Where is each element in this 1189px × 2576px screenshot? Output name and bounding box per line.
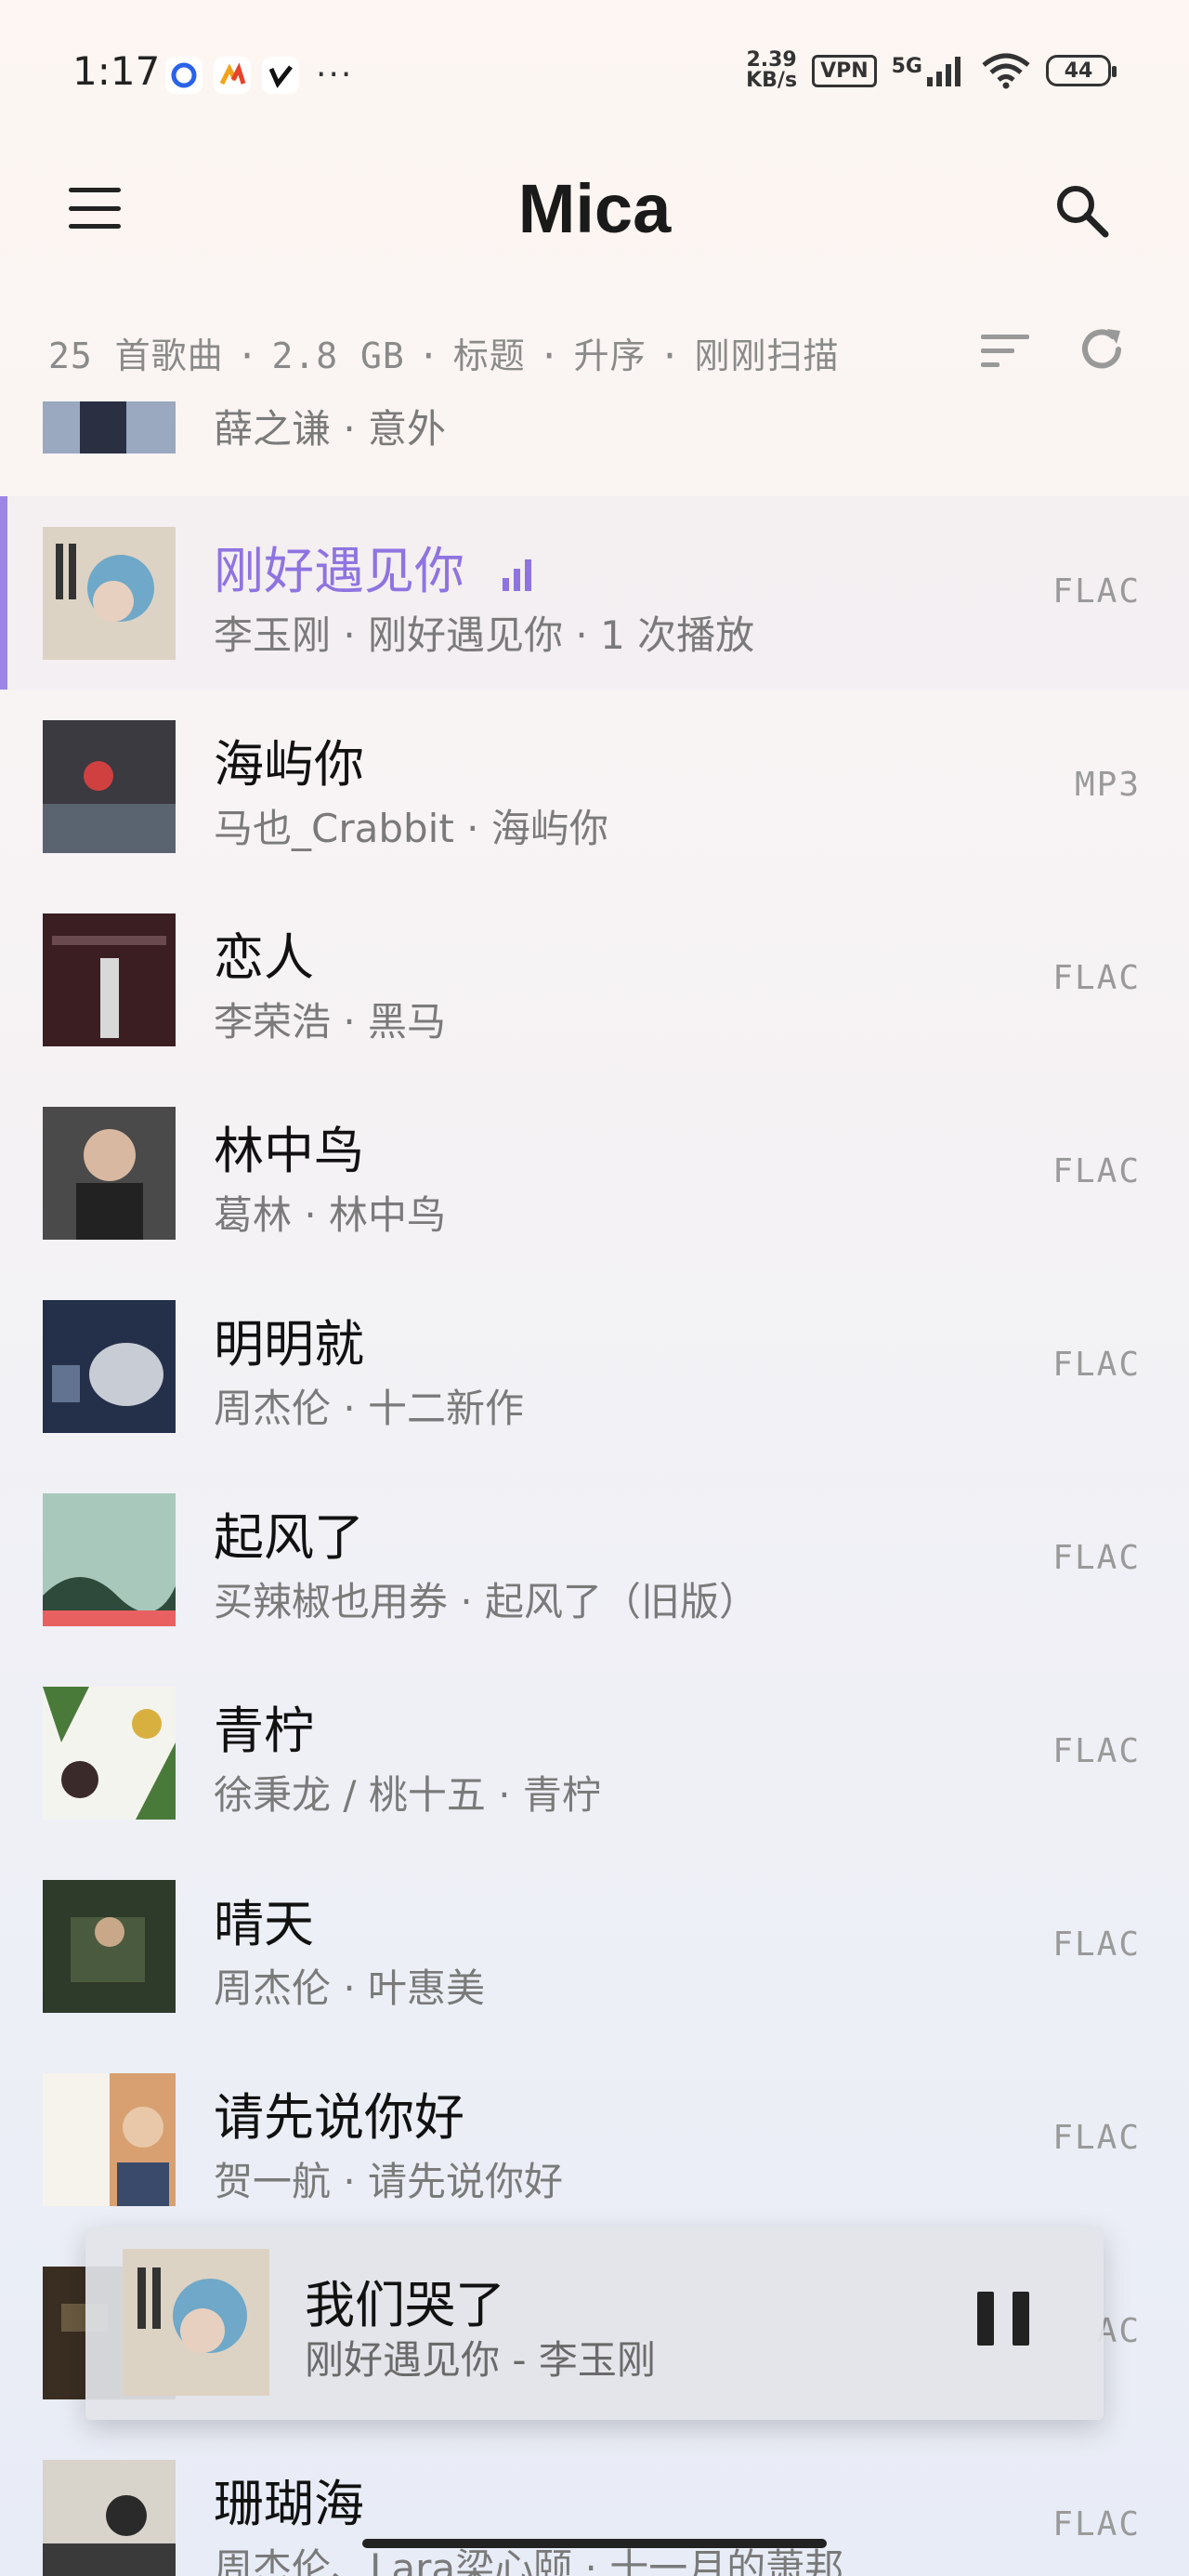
- album-cover: [43, 720, 176, 853]
- song-title: 晴天: [214, 1895, 314, 1953]
- song-title: 海屿你: [214, 735, 364, 794]
- refresh-button[interactable]: [1074, 322, 1130, 377]
- search-button[interactable]: [1050, 178, 1115, 243]
- song-format: FLAC: [1052, 1346, 1141, 1384]
- library-size: 2.8 GB: [271, 335, 405, 376]
- search-icon: [1057, 186, 1109, 238]
- now-playing-cover: [123, 2249, 269, 2396]
- song-title: 请先说你好: [214, 2088, 464, 2147]
- now-playing-subtitle: 刚好遇见你 - 李玉刚: [305, 2337, 656, 2383]
- song-subtitle: 李玉刚 · 刚好遇见你 · 1 次播放: [214, 612, 755, 658]
- song-title: 明明就: [214, 1315, 364, 1373]
- app-bar: Mica: [0, 149, 1189, 269]
- song-title: 起风了: [214, 1508, 364, 1567]
- song-row[interactable]: 林中鸟 葛林 · 林中鸟 FLAC: [0, 1076, 1189, 1269]
- song-subtitle: 周杰伦 · 叶惠美: [214, 1965, 486, 2011]
- separator: ·: [659, 335, 682, 376]
- album-cover: [43, 1493, 176, 1626]
- pause-icon-bar: [1013, 2292, 1029, 2346]
- scan-status: 刚刚扫描: [694, 335, 840, 376]
- album-cover: [43, 1687, 176, 1820]
- song-subtitle: 徐秉龙 / 桃十五 · 青柠: [214, 1772, 601, 1818]
- song-row[interactable]: 起风了 买辣椒也用券 · 起风了（旧版） FLAC: [0, 1463, 1189, 1656]
- song-row[interactable]: 恋人 李荣浩 · 黑马 FLAC: [0, 883, 1189, 1076]
- network-speed: 2.39 KB/s: [746, 50, 797, 91]
- album-cover: [43, 1880, 176, 2013]
- album-cover: [43, 401, 176, 453]
- battery-icon: 44: [1046, 55, 1117, 86]
- sort-order[interactable]: 升序: [574, 335, 647, 376]
- album-cover: [43, 1107, 176, 1240]
- album-cover: [43, 913, 176, 1046]
- song-row[interactable]: 珊瑚海 周杰伦、Lara梁心颐 · 十一月的萧邦 FLAC: [0, 2429, 1189, 2576]
- song-title: 刚好遇见你: [214, 530, 534, 603]
- song-count: 25 首歌曲: [48, 335, 224, 376]
- song-title: 林中鸟: [214, 1122, 364, 1180]
- song-row[interactable]: 请先说你好 贺一航 · 请先说你好 FLAC: [0, 2043, 1189, 2236]
- song-format: FLAC: [1052, 1539, 1141, 1577]
- sort-icon: [981, 335, 1029, 367]
- mini-player[interactable]: 我们哭了 刚好遇见你 - 李玉刚: [85, 2227, 1104, 2420]
- separator: ·: [417, 335, 440, 376]
- equalizer-icon: [503, 559, 532, 592]
- network-speed-unit: KB/s: [746, 69, 798, 92]
- song-subtitle: 贺一航 · 请先说你好: [214, 2159, 564, 2204]
- refresh-icon: [1082, 329, 1121, 369]
- song-format: FLAC: [1052, 2505, 1141, 2543]
- album-cover: [43, 2460, 176, 2576]
- cellular-signal-icon: 5G: [892, 55, 966, 86]
- battery-level: 44: [1064, 59, 1093, 83]
- sort-field[interactable]: 标题: [453, 335, 526, 376]
- stats-app-icon: [214, 56, 251, 94]
- app-title: Mica: [517, 170, 672, 247]
- separator: ·: [236, 335, 259, 376]
- vpn-icon: VPN: [812, 54, 877, 87]
- song-title: 青柠: [214, 1702, 314, 1760]
- song-row[interactable]: 晴天 周杰伦 · 叶惠美 FLAC: [0, 1849, 1189, 2043]
- network-speed-value: 2.39: [746, 48, 797, 72]
- song-format: FLAC: [1052, 1732, 1141, 1770]
- status-bar: 1:17 ··· 2.39 KB/s VPN 5G 44: [0, 0, 1189, 149]
- song-format: FLAC: [1052, 2119, 1141, 2157]
- status-time: 1:17: [72, 48, 161, 94]
- song-subtitle: 葛林 · 林中鸟: [214, 1192, 447, 1238]
- song-format: FLAC: [1052, 1152, 1141, 1190]
- song-row[interactable]: 海屿你 马也_Crabbit · 海屿你 MP3: [0, 690, 1189, 883]
- song-format: FLAC: [1052, 1925, 1141, 1964]
- album-cover: [43, 527, 176, 660]
- record-app-icon: [165, 56, 203, 94]
- song-row[interactable]: 明明就 周杰伦 · 十二新作 FLAC: [0, 1269, 1189, 1463]
- song-format: MP3: [1074, 766, 1141, 804]
- song-row-active[interactable]: 刚好遇见你 李玉刚 · 刚好遇见你 · 1 次播放 FLAC: [0, 496, 1189, 690]
- now-playing-title: 我们哭了: [305, 2276, 505, 2334]
- now-playing-indicator: [0, 496, 7, 690]
- song-title: 珊瑚海: [214, 2475, 364, 2533]
- song-subtitle: 马也_Crabbit · 海屿你: [214, 806, 608, 851]
- check-app-icon: [262, 56, 299, 94]
- status-indicators: 2.39 KB/s VPN 5G 44: [746, 50, 1117, 91]
- network-type: 5G: [891, 55, 922, 78]
- song-subtitle: 周杰伦 · 十二新作: [214, 1386, 525, 1431]
- status-app-icons: ···: [165, 56, 353, 94]
- album-cover: [43, 1300, 176, 1433]
- separator: ·: [538, 335, 561, 376]
- song-subtitle: 薛之谦 · 意外: [214, 406, 447, 452]
- more-notifications-icon: ···: [316, 56, 354, 94]
- home-indicator[interactable]: [362, 2539, 827, 2548]
- library-info-bar: 25 首歌曲 · 2.8 GB · 标题 · 升序 · 刚刚扫描: [48, 316, 1144, 381]
- song-row[interactable]: 薛之谦 · 意外: [0, 401, 1189, 483]
- wifi-icon: [982, 53, 1030, 89]
- song-subtitle: 李荣浩 · 黑马: [214, 999, 447, 1045]
- pause-icon: [977, 2292, 994, 2346]
- album-cover: [43, 2073, 176, 2206]
- song-format: FLAC: [1052, 959, 1141, 997]
- pause-button[interactable]: [977, 2292, 1029, 2351]
- sort-button[interactable]: [977, 325, 1033, 377]
- song-title-text: 刚好遇见你: [214, 542, 464, 600]
- song-format: FLAC: [1052, 572, 1141, 611]
- song-title: 恋人: [214, 928, 314, 987]
- library-summary: 25 首歌曲 · 2.8 GB · 标题 · 升序 · 刚刚扫描: [48, 327, 840, 378]
- song-row[interactable]: 青柠 徐秉龙 / 桃十五 · 青柠 FLAC: [0, 1656, 1189, 1849]
- song-subtitle: 买辣椒也用券 · 起风了（旧版）: [214, 1579, 759, 1624]
